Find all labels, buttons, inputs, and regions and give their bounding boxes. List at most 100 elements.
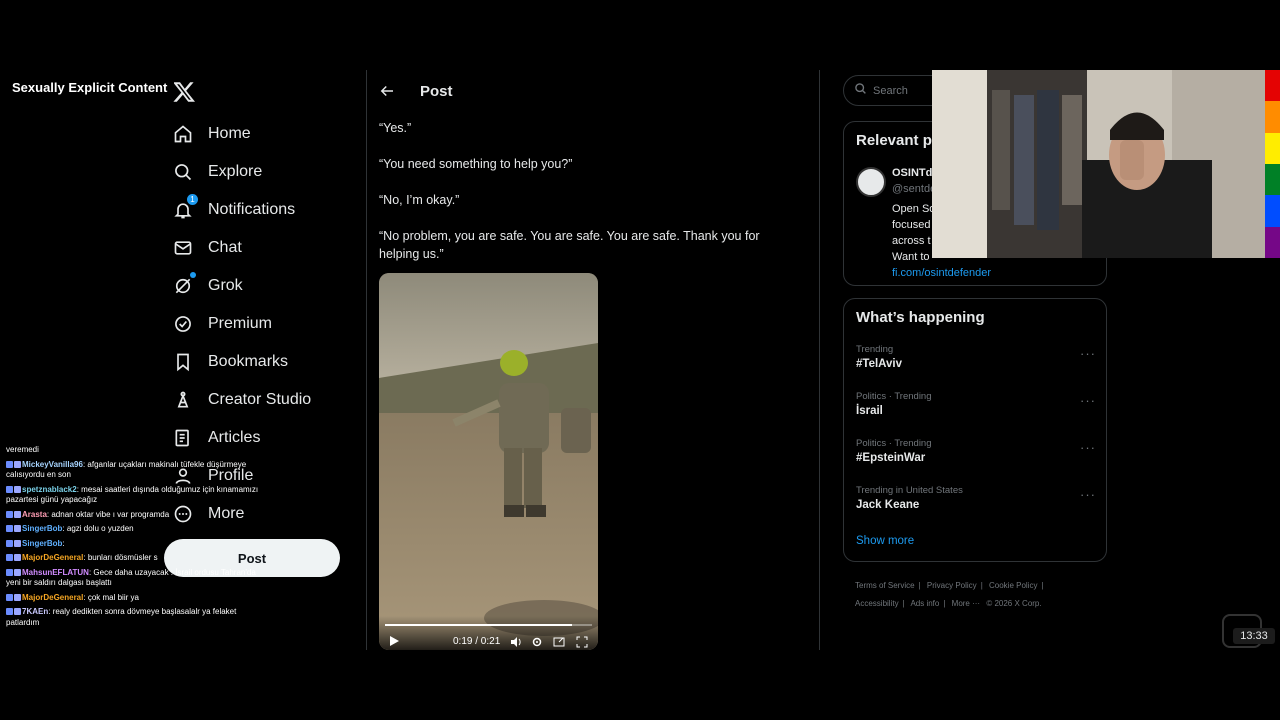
card-title: What’s happening: [856, 309, 985, 326]
sidebar-item-chat[interactable]: Chat: [164, 229, 354, 267]
chat-badge-icon: [6, 510, 22, 521]
tweet-paragraph: “No problem, you are safe. You are safe.…: [379, 229, 760, 261]
pride-flag: [1265, 70, 1280, 258]
sidebar-item-label: Chat: [208, 239, 242, 256]
video-progress-bar[interactable]: [385, 624, 592, 626]
chat-fragment: veremedi: [6, 445, 39, 454]
bio-link[interactable]: fi.com/osintdefender: [892, 265, 1092, 281]
mail-icon: [172, 237, 194, 259]
trend-item[interactable]: Trending #TelAviv ···: [856, 344, 1096, 370]
flag-stripe: [1265, 195, 1280, 227]
more-dots-icon[interactable]: ···: [1080, 440, 1096, 455]
footer-link[interactable]: Terms of Service: [855, 581, 915, 590]
flag-stripe: [1265, 132, 1280, 164]
sidebar-item-label: Notifications: [208, 201, 296, 218]
x-logo-icon[interactable]: [172, 80, 196, 104]
footer-separator: |: [918, 581, 921, 590]
search-icon: [854, 82, 867, 100]
play-icon[interactable]: [388, 634, 400, 646]
avatar[interactable]: [856, 167, 886, 197]
chat-username[interactable]: MajorDeGeneral: [22, 553, 83, 562]
sidebar-item-creator-studio[interactable]: Creator Studio: [164, 381, 354, 419]
stream-chat-overlay: veremedi MickeyVanilla96: afganlar uçakl…: [6, 445, 268, 632]
chat-username[interactable]: spetznablack2: [22, 485, 77, 494]
trend-meta: Politics · Trending: [856, 438, 932, 449]
chat-badge-icon: [6, 568, 22, 579]
trend-item[interactable]: Politics · Trending İsrail ···: [856, 391, 1096, 417]
sidebar-item-label: Premium: [208, 315, 273, 332]
divider: [366, 70, 367, 650]
settings-gear-icon[interactable]: [531, 635, 543, 647]
flag-stripe: [1265, 226, 1280, 258]
trend-meta: Trending in United States: [856, 485, 963, 496]
show-more-link[interactable]: Show more: [856, 535, 914, 547]
video-player[interactable]: 0:19 / 0:21: [379, 273, 598, 650]
chat-username[interactable]: 7KAEn: [22, 607, 48, 616]
video-progress-fill: [385, 624, 573, 626]
flag-stripe: [1265, 163, 1280, 196]
footer-separator: |: [943, 599, 946, 608]
chat-message: spetznablack2: mesai saatleri dışında ol…: [6, 485, 268, 506]
bell-icon: 1: [172, 194, 198, 221]
notification-badge: 1: [187, 194, 198, 205]
grok-icon: [172, 272, 196, 297]
chat-username[interactable]: MajorDeGeneral: [22, 593, 83, 602]
sidebar-item-home[interactable]: Home: [164, 115, 354, 153]
page-title: Post: [420, 82, 453, 100]
chat-username[interactable]: SingerBob: [22, 524, 62, 533]
creator-studio-icon: [172, 389, 194, 411]
sidebar-item-explore[interactable]: Explore: [164, 153, 354, 191]
chat-message: MajorDeGeneral: bunları dösmüsler s: [6, 553, 268, 564]
chat-badge-icon: [6, 553, 22, 564]
bookmark-icon: [172, 351, 194, 373]
video-frame: [379, 273, 598, 650]
chat-badge-icon: [6, 607, 22, 618]
chat-text: bunları dösmüsler s: [87, 553, 158, 562]
sidebar-item-label: Bookmarks: [208, 353, 289, 370]
more-dots-icon[interactable]: ···: [1080, 393, 1096, 408]
sidebar-item-notifications[interactable]: 1 Notifications: [164, 191, 354, 229]
back-arrow-icon[interactable]: [378, 82, 396, 100]
tweet-paragraph: “You need something to help you?”: [379, 157, 573, 171]
trend-name: #TelAviv: [856, 358, 903, 370]
footer-separator: |: [1041, 581, 1044, 590]
chat-message: 7KAEn: realy dedikten sonra dövmeye başl…: [6, 607, 268, 628]
verified-icon: [172, 313, 194, 335]
sidebar-item-bookmarks[interactable]: Bookmarks: [164, 343, 354, 381]
home-icon: [172, 123, 194, 145]
sidebar-item-label: Home: [208, 125, 251, 142]
chat-separator: :: [62, 538, 65, 548]
footer-link[interactable]: Privacy Policy: [927, 581, 977, 590]
footer-links: Terms of Service | Privacy Policy | Cookie…: [855, 577, 1105, 613]
trend-meta: Politics · Trending: [856, 391, 932, 402]
video-time: 0:19 / 0:21: [453, 636, 501, 647]
sidebar-item-grok[interactable]: Grok: [164, 267, 354, 305]
chat-username[interactable]: MickeyVanilla96: [22, 460, 83, 469]
sidebar-item-premium[interactable]: Premium: [164, 305, 354, 343]
account-name[interactable]: OSINTd: [892, 167, 932, 179]
chat-message: SingerBob:: [6, 539, 268, 550]
webcam-frame: [932, 70, 1265, 258]
more-dots-icon[interactable]: ···: [1080, 487, 1096, 502]
trend-meta: Trending: [856, 344, 894, 355]
volume-icon[interactable]: [510, 635, 522, 647]
footer-separator: |: [980, 581, 983, 590]
trend-item[interactable]: Trending in United States Jack Keane ···: [856, 485, 1096, 511]
chat-username[interactable]: Arasta: [22, 510, 47, 519]
stream-timer: 13:33: [1233, 628, 1275, 644]
chat-badge-icon: [6, 593, 22, 604]
footer-link[interactable]: Accessibility: [855, 599, 899, 608]
post-header: Post: [378, 78, 453, 104]
footer-link[interactable]: Cookie Policy: [989, 581, 1037, 590]
more-dots-icon[interactable]: ···: [1080, 346, 1096, 361]
chat-message: MahsunEFLATUN: Gece daha uzayacak : İsra…: [6, 568, 268, 589]
footer-link[interactable]: More ···: [952, 599, 980, 608]
chat-username[interactable]: SingerBob: [22, 539, 62, 548]
chat-username[interactable]: MahsunEFLATUN: [22, 568, 89, 577]
trend-item[interactable]: Politics · Trending #EpsteinWar ···: [856, 438, 1096, 464]
pip-icon[interactable]: [553, 635, 565, 647]
flag-stripe: [1265, 101, 1280, 133]
footer-link[interactable]: Ads info: [910, 599, 939, 608]
sidebar-item-label: Explore: [208, 163, 263, 180]
fullscreen-icon[interactable]: [576, 635, 588, 648]
